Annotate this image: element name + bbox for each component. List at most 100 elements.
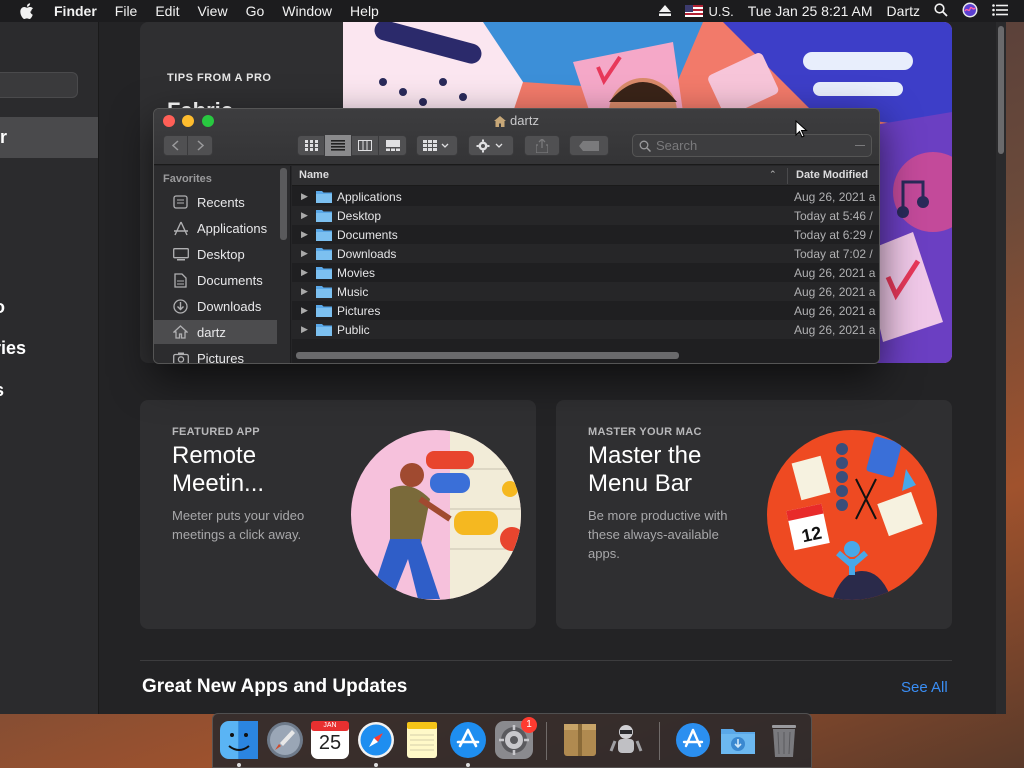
menu-go[interactable]: Go (246, 3, 265, 19)
notification-badge: 1 (521, 717, 537, 733)
featured-app-card[interactable]: FEATURED APP Remote Meetin... Meeter put… (140, 400, 536, 629)
sidebar-item-label: Applications (197, 220, 268, 236)
share-button[interactable] (524, 135, 560, 156)
group-by-button[interactable] (416, 135, 458, 156)
scrollbar-thumb[interactable] (998, 26, 1004, 154)
menu-edit[interactable]: Edit (155, 3, 179, 19)
calendar-day: 25 (318, 732, 342, 754)
hero-tag: TIPS FROM A PRO (167, 72, 272, 84)
menu-clock[interactable]: Tue Jan 25 8:21 AM (748, 3, 873, 19)
file-row[interactable]: ▶ Music Aug 26, 2021 a (292, 282, 879, 301)
running-indicator (466, 763, 470, 767)
disclosure-triangle-icon[interactable]: ▶ (301, 305, 309, 316)
card-title: Remote Meetin... (172, 442, 265, 497)
file-row[interactable]: ▶ Documents Today at 6:29 / (292, 225, 879, 244)
menu-file[interactable]: File (115, 3, 138, 19)
disclosure-triangle-icon[interactable]: ▶ (301, 267, 309, 278)
sort-ascending-icon: ⌃ (769, 169, 777, 179)
menu-help[interactable]: Help (350, 3, 379, 19)
sidebar-item-partial-1[interactable]: o (0, 297, 5, 318)
column-view-button[interactable] (352, 135, 379, 156)
sidebar-item-documents[interactable]: Documents (154, 268, 277, 292)
downloads-folder-dock-icon[interactable] (719, 721, 757, 759)
finder-dock-icon[interactable] (220, 721, 258, 759)
sidebar-item-applications[interactable]: Applications (154, 216, 277, 240)
sidebar-item-pictures[interactable]: Pictures (154, 346, 277, 363)
card-description: Meeter puts your video meetings a click … (172, 508, 305, 542)
sidebar-item-updates[interactable]: s (0, 380, 4, 401)
siri-icon[interactable] (962, 2, 978, 21)
file-row[interactable]: ▶ Applications Aug 26, 2021 a (292, 187, 879, 206)
column-header: Name ⌃ Date Modified (292, 166, 879, 186)
calendar-dock-icon[interactable]: JAN 25 (311, 721, 349, 759)
sidebar-scrollbar[interactable] (280, 168, 287, 240)
home-icon (494, 115, 507, 130)
menu-window[interactable]: Window (282, 3, 332, 19)
notes-dock-icon[interactable] (403, 721, 441, 759)
apple-menu-icon[interactable] (20, 3, 36, 19)
app-store-dock-icon[interactable] (449, 721, 487, 759)
running-indicator (237, 763, 241, 767)
see-all-link[interactable]: See All (901, 679, 948, 696)
finder-window: dartz Search Favorites Recents Applicati… (153, 108, 880, 364)
file-list: Name ⌃ Date Modified ▶ Applications Aug 26… (292, 166, 879, 363)
gallery-view-button[interactable] (379, 135, 406, 156)
horizontal-scrollbar[interactable] (296, 352, 679, 359)
sidebar-item-desktop[interactable]: Desktop (154, 242, 277, 266)
finder-sidebar: Favorites Recents Applications Desktop D… (154, 166, 291, 363)
control-center-icon[interactable] (992, 3, 1008, 19)
sidebar-item-label: dartz (197, 324, 226, 340)
automator-dock-icon[interactable] (607, 721, 645, 759)
sidebar-item-home[interactable]: dartz (154, 320, 277, 344)
name-column-header[interactable]: Name (299, 169, 329, 181)
sidebar-item-categories[interactable]: ries (0, 338, 26, 359)
back-forward-buttons (163, 135, 213, 156)
finder-titlebar[interactable]: dartz Search (154, 109, 879, 165)
menu-app-name[interactable]: Finder (54, 3, 97, 19)
list-view-button[interactable] (325, 135, 352, 156)
disclosure-triangle-icon[interactable]: ▶ (301, 191, 309, 202)
sidebar-item-discover[interactable]: r (0, 117, 98, 158)
file-row[interactable]: ▶ Pictures Aug 26, 2021 a (292, 301, 879, 320)
sidebar-item-recents[interactable]: Recents (154, 190, 277, 214)
app-store-scrollbar[interactable] (996, 22, 1006, 714)
file-row[interactable]: ▶ Movies Aug 26, 2021 a (292, 263, 879, 282)
disclosure-triangle-icon[interactable]: ▶ (301, 324, 309, 335)
eject-icon[interactable] (659, 3, 672, 19)
file-row[interactable]: ▶ Downloads Today at 7:02 / (292, 244, 879, 263)
finder-search-field[interactable]: Search (632, 134, 872, 157)
home-icon (172, 325, 189, 340)
date-column-header[interactable]: Date Modified (796, 169, 868, 181)
spotlight-icon[interactable] (934, 2, 948, 20)
file-row[interactable]: ▶ Public Aug 26, 2021 a (292, 320, 879, 339)
file-date-modified: Aug 26, 2021 a (794, 284, 876, 299)
trash-dock-icon[interactable] (765, 721, 803, 759)
launchpad-dock-icon[interactable] (266, 721, 304, 759)
menu-user[interactable]: Dartz (887, 3, 920, 19)
file-date-modified: Aug 26, 2021 a (794, 189, 876, 204)
back-button[interactable] (164, 135, 188, 156)
app-store-search-field[interactable]: rch (0, 72, 78, 98)
column-separator[interactable] (787, 168, 788, 184)
section-divider (140, 660, 952, 661)
disclosure-triangle-icon[interactable]: ▶ (301, 248, 309, 259)
camera-icon (172, 351, 189, 363)
safari-dock-icon[interactable] (357, 721, 395, 759)
dock: JAN 25 1 (212, 713, 812, 768)
master-mac-card[interactable]: MASTER YOUR MAC Master the Menu Bar Be m… (556, 400, 952, 629)
disclosure-triangle-icon[interactable]: ▶ (301, 210, 309, 221)
action-menu-button[interactable] (468, 135, 514, 156)
icon-view-button[interactable] (298, 135, 325, 156)
applications-folder-dock-icon[interactable] (674, 721, 712, 759)
archive-utility-dock-icon[interactable] (561, 721, 599, 759)
input-source-menu[interactable]: U.S. (685, 4, 734, 19)
forward-button[interactable] (188, 135, 212, 156)
menu-bar-artwork: 12 (767, 430, 937, 600)
sidebar-item-downloads[interactable]: Downloads (154, 294, 277, 318)
tags-button[interactable] (569, 135, 609, 156)
disclosure-triangle-icon[interactable]: ▶ (301, 286, 309, 297)
card-description: Be more productive with these always-ava… (588, 508, 728, 561)
disclosure-triangle-icon[interactable]: ▶ (301, 229, 309, 240)
file-row[interactable]: ▶ Desktop Today at 5:46 / (292, 206, 879, 225)
menu-view[interactable]: View (197, 3, 227, 19)
